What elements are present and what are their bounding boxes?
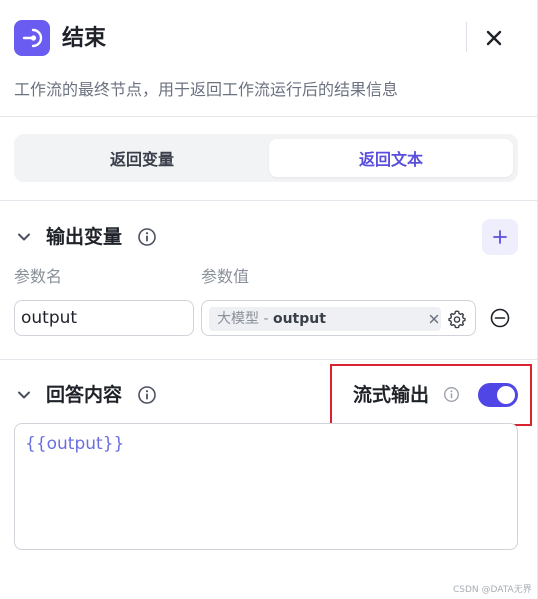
section-title-answer: 回答内容 <box>46 384 123 406</box>
param-name-input[interactable]: output <box>14 300 194 336</box>
close-small-icon <box>429 314 439 324</box>
tab-return-text[interactable]: 返回文本 <box>269 139 513 177</box>
column-label-value: 参数值 <box>201 267 250 286</box>
answer-content-editor[interactable]: {{output}} <box>14 423 518 550</box>
variable-separator: - <box>259 311 273 327</box>
end-node-panel: 结束 工作流的最终节点，用于返回工作流运行后的结果信息 返回变量 返回文本 输出… <box>0 0 538 599</box>
exit-node-icon <box>14 20 50 56</box>
node-description: 工作流的最终节点，用于返回工作流运行后的结果信息 <box>14 80 399 99</box>
gear-icon[interactable] <box>447 309 467 329</box>
return-mode-tabs: 返回变量 返回文本 <box>14 134 518 182</box>
section-title-output-vars: 输出变量 <box>46 226 123 248</box>
close-button[interactable] <box>480 24 508 52</box>
param-name-value: output <box>21 308 78 328</box>
answer-content-text: {{output}} <box>25 434 125 454</box>
close-icon <box>486 30 502 46</box>
plus-icon <box>493 230 507 244</box>
column-label-name: 参数名 <box>14 267 63 286</box>
tab-return-variables[interactable]: 返回变量 <box>20 139 264 177</box>
param-value-selector[interactable]: 大模型 - output <box>201 300 476 336</box>
divider <box>0 359 538 360</box>
divider <box>0 116 538 117</box>
page-title: 结束 <box>62 26 107 51</box>
panel-header: 结束 <box>0 0 538 78</box>
chevron-down-icon[interactable] <box>16 387 32 403</box>
add-variable-button[interactable] <box>482 219 518 255</box>
info-icon[interactable] <box>137 385 157 405</box>
header-divider <box>466 22 467 52</box>
variable-reference-tag: 大模型 - output <box>209 307 441 331</box>
variable-name: output <box>272 311 326 327</box>
highlight-box <box>330 364 532 426</box>
variable-source: 大模型 <box>217 311 259 327</box>
chevron-down-icon[interactable] <box>16 229 32 245</box>
info-icon[interactable] <box>137 227 157 247</box>
remove-row-button[interactable] <box>489 307 511 329</box>
divider <box>0 200 538 201</box>
watermark: CSDN @DATA无界 <box>453 585 532 595</box>
remove-reference-button[interactable] <box>426 311 442 327</box>
